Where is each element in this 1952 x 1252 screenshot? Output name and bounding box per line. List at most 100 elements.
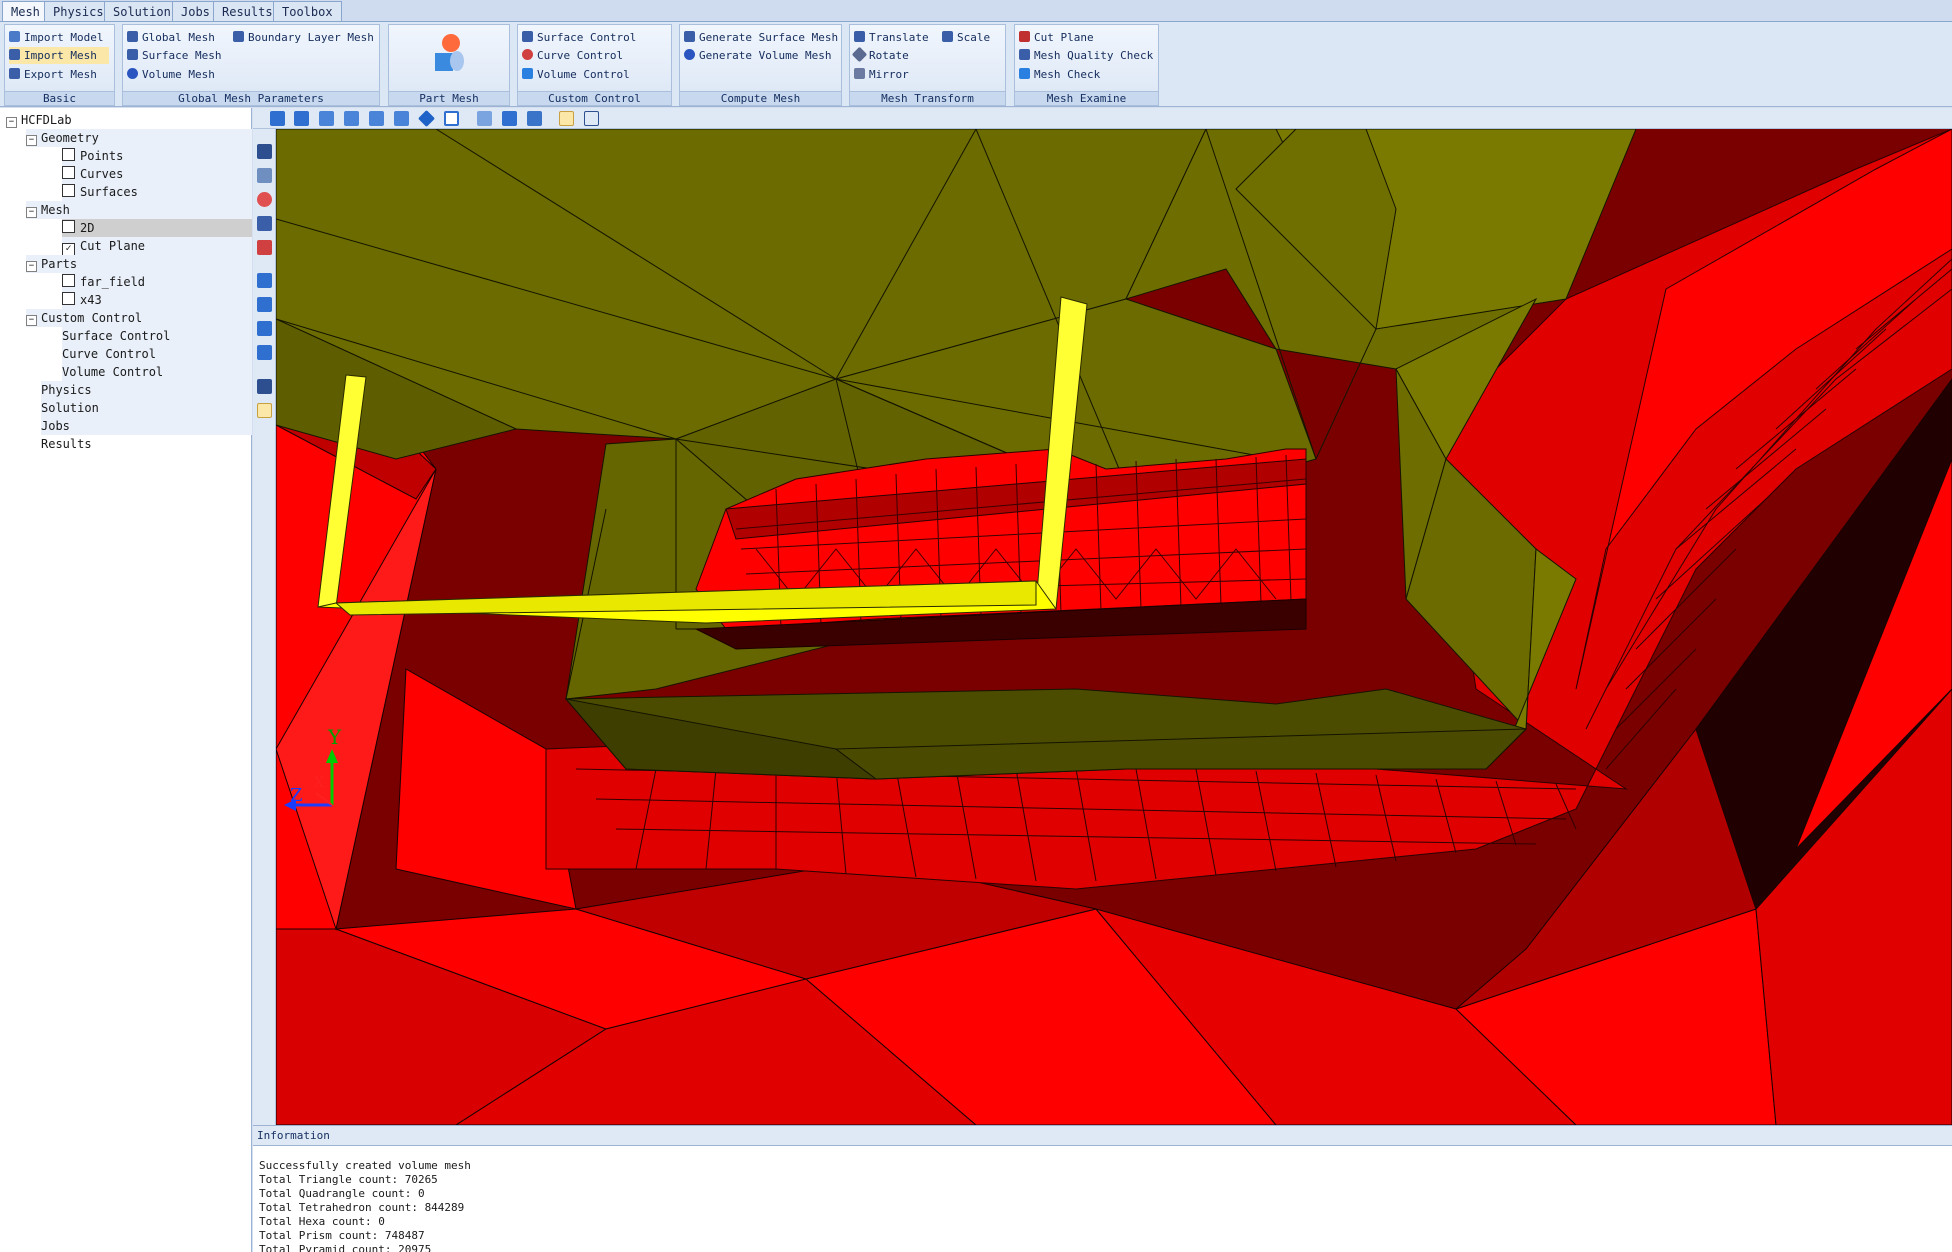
select-body-icon[interactable]	[257, 345, 272, 360]
surface-mesh-icon	[127, 49, 138, 60]
cut-plane-icon	[1019, 31, 1030, 42]
view-bottom-icon[interactable]	[394, 111, 409, 126]
scale-button[interactable]: Scale	[942, 29, 990, 46]
far-field-checkbox[interactable]	[62, 274, 75, 287]
view-left-icon[interactable]	[319, 111, 334, 126]
generate-surface-icon	[684, 31, 695, 42]
global-mesh-icon	[127, 31, 138, 42]
surface-mesh-button[interactable]: Surface Mesh	[127, 47, 221, 64]
select-point-icon[interactable]	[257, 273, 272, 288]
tab-mesh[interactable]: Mesh	[2, 1, 49, 21]
3d-viewport[interactable]: Y Z X	[276, 129, 1952, 1125]
view-back-icon[interactable]	[294, 111, 309, 126]
group-part-mesh-parameters: Part Mesh Parameters	[388, 24, 510, 119]
shaded-icon[interactable]	[502, 111, 517, 126]
grid-icon[interactable]	[584, 111, 599, 126]
clear-selection-icon[interactable]	[257, 403, 272, 418]
tree-node-results[interactable]: Results	[41, 435, 92, 453]
tree-node-jobs[interactable]: Jobs	[41, 417, 252, 435]
tree-node-surface-control[interactable]: Surface Control	[62, 327, 252, 345]
group-custom-control-parameters: Surface Control Curve Control Volume Con…	[517, 24, 672, 119]
group-title: Mesh Examine	[1015, 91, 1158, 105]
surface-control-button[interactable]: Surface Control	[522, 29, 636, 46]
select-curve-icon[interactable]	[257, 297, 272, 312]
tree-node-far-field[interactable]: far_field	[62, 273, 252, 291]
boundary-layer-icon	[233, 31, 244, 42]
surfaces-checkbox[interactable]	[62, 184, 75, 197]
cut-plane-button[interactable]: Cut Plane	[1019, 29, 1094, 46]
tree-node-curves[interactable]: Curves	[62, 165, 252, 183]
tab-results[interactable]: Results	[213, 1, 282, 21]
view-front-icon[interactable]	[270, 111, 285, 126]
group-title: Custom Control Parameters	[518, 91, 671, 119]
measure-icon[interactable]	[257, 240, 272, 255]
wireframe-icon[interactable]	[477, 111, 492, 126]
tree-node-points[interactable]: Points	[62, 147, 252, 165]
points-checkbox[interactable]	[62, 148, 75, 161]
shaded-edges-icon[interactable]	[527, 111, 542, 126]
import-model-button[interactable]: Import Model	[9, 29, 103, 46]
tree-node-mesh[interactable]: − Mesh	[26, 201, 252, 219]
tree-node-2d[interactable]: 2D	[62, 219, 252, 237]
tree-node-cut-plane[interactable]: ✓ Cut Plane	[62, 237, 252, 256]
axes-toggle-icon[interactable]	[559, 111, 574, 126]
part-mesh-parameters-button[interactable]	[429, 31, 469, 77]
collapse-icon[interactable]: −	[6, 117, 17, 128]
curve-control-button[interactable]: Curve Control	[522, 47, 623, 64]
zoom-icon[interactable]	[257, 168, 272, 183]
tree-node-root[interactable]: − HCFDLab	[6, 111, 72, 129]
mesh-quality-check-button[interactable]: Mesh Quality Check	[1019, 47, 1153, 64]
curve-control-icon	[522, 49, 533, 60]
group-title: Part Mesh Parameters	[389, 91, 509, 119]
ribbon: Import Model Import Mesh Export Mesh Bas…	[0, 22, 1952, 119]
volume-control-button[interactable]: Volume Control	[522, 66, 630, 83]
rotate-button[interactable]: Rotate	[851, 46, 909, 64]
tree-node-solution[interactable]: Solution	[41, 399, 252, 417]
mirror-button[interactable]: Mirror	[854, 66, 909, 83]
generate-surface-mesh-button[interactable]: Generate Surface Mesh	[684, 29, 838, 46]
collapse-icon[interactable]: −	[26, 135, 37, 146]
group-global-mesh-parameters: Global Mesh Surface Mesh Volume Mesh Bou…	[122, 24, 380, 106]
pan-icon[interactable]	[257, 216, 272, 231]
view-iso-icon[interactable]	[418, 110, 435, 127]
mesh-check-button[interactable]: Mesh Check	[1019, 66, 1100, 83]
tree-node-physics[interactable]: Physics	[41, 381, 252, 399]
select-surface-icon[interactable]	[257, 321, 272, 336]
tree-node-curve-control[interactable]: Curve Control	[62, 345, 252, 363]
tree-node-volume-control[interactable]: Volume Control	[62, 363, 252, 381]
view-top-icon[interactable]	[369, 111, 384, 126]
generate-volume-mesh-button[interactable]: Generate Volume Mesh	[684, 47, 831, 64]
curves-checkbox[interactable]	[62, 166, 75, 179]
global-mesh-button[interactable]: Global Mesh	[127, 29, 215, 46]
boundary-layer-mesh-button[interactable]: Boundary Layer Mesh	[233, 29, 374, 46]
collapse-icon[interactable]: −	[26, 315, 37, 326]
export-mesh-button[interactable]: Export Mesh	[9, 66, 97, 83]
volume-mesh-button[interactable]: Volume Mesh	[127, 66, 215, 83]
collapse-icon[interactable]: −	[26, 261, 37, 272]
tree-node-geometry[interactable]: − Geometry	[26, 129, 252, 147]
group-title: Global Mesh Parameters	[123, 91, 379, 105]
selection-toolbar	[253, 129, 276, 1125]
log-line: Total Prism count: 748487	[259, 1229, 425, 1242]
x43-checkbox[interactable]	[62, 292, 75, 305]
mesh-2d-checkbox[interactable]	[62, 220, 75, 233]
translate-button[interactable]: Translate	[854, 29, 929, 46]
tree-node-parts[interactable]: − Parts	[26, 255, 252, 273]
tree-node-surfaces[interactable]: Surfaces	[62, 183, 252, 201]
fit-view-icon[interactable]	[444, 111, 459, 126]
tree-node-x43[interactable]: x43	[62, 291, 252, 309]
tree-node-custom-control[interactable]: − Custom Control	[26, 309, 252, 327]
rotate-view-icon[interactable]	[257, 192, 272, 207]
group-compute-mesh: Generate Surface Mesh Generate Volume Me…	[679, 24, 842, 106]
collapse-icon[interactable]: −	[26, 207, 37, 218]
tab-physics[interactable]: Physics	[44, 1, 113, 21]
tab-solution[interactable]: Solution	[104, 1, 180, 21]
view-right-icon[interactable]	[344, 111, 359, 126]
box-select-icon[interactable]	[257, 379, 272, 394]
tab-toolbox[interactable]: Toolbox	[273, 1, 342, 21]
select-arrow-icon[interactable]	[257, 144, 272, 159]
import-mesh-button[interactable]: Import Mesh	[9, 47, 109, 64]
import-mesh-icon	[9, 49, 20, 60]
part-mesh-icon	[435, 34, 464, 71]
tab-jobs[interactable]: Jobs	[172, 1, 219, 21]
